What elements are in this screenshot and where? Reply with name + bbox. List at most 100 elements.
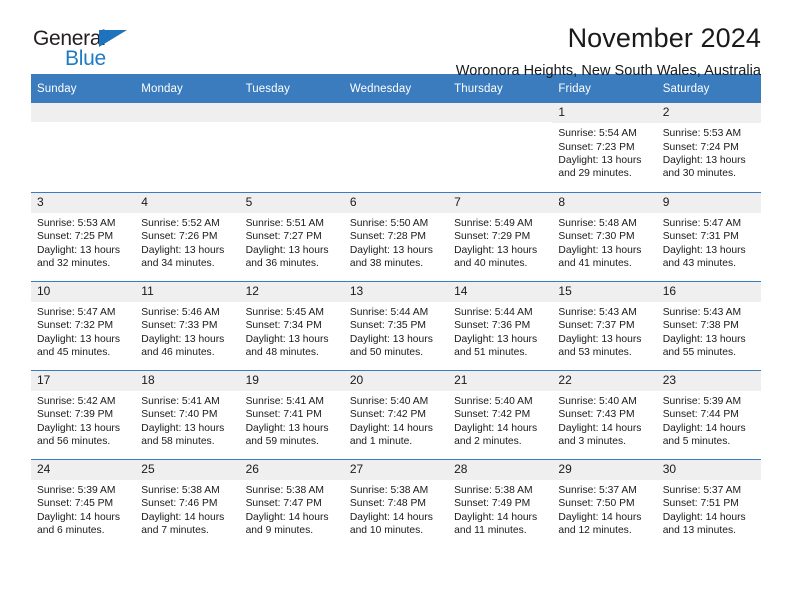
day-details: Sunrise: 5:44 AM Sunset: 7:36 PM Daylight:… xyxy=(448,302,552,360)
sunrise-text: Sunrise: 5:38 AM xyxy=(454,484,533,496)
calendar-day-cell[interactable]: 3 Sunrise: 5:53 AM Sunset: 7:25 PM Daylight… xyxy=(31,191,136,281)
day-cell-inner: 22 Sunrise: 5:40 AM Sunset: 7:43 PM Dayligh… xyxy=(552,370,657,459)
day-number: 13 xyxy=(343,281,449,302)
sunset-text: Sunset: 7:44 PM xyxy=(662,409,739,421)
logo-text-general: General xyxy=(33,27,106,50)
calendar-day-cell[interactable]: 24 Sunrise: 5:39 AM Sunset: 7:45 PM Dayligh… xyxy=(31,458,136,548)
sunset-text: Sunset: 7:38 PM xyxy=(662,320,739,332)
sunrise-text: Sunrise: 5:43 AM xyxy=(662,306,742,318)
daylight-text: Daylight: 13 hours and 41 minutes. xyxy=(558,244,642,269)
calendar-day-cell-empty xyxy=(135,103,240,192)
day-number: 3 xyxy=(31,192,136,213)
daylight-text: Daylight: 13 hours and 55 minutes. xyxy=(662,333,746,358)
day-number: 25 xyxy=(135,459,240,480)
daylight-text: Daylight: 14 hours and 11 minutes. xyxy=(454,511,538,536)
day-number: 24 xyxy=(31,459,136,480)
calendar-day-cell[interactable]: 16 Sunrise: 5:43 AM Sunset: 7:38 PM Dayligh… xyxy=(656,280,761,370)
day-details: Sunrise: 5:39 AM Sunset: 7:44 PM Daylight:… xyxy=(657,391,761,449)
calendar-day-cell[interactable]: 17 Sunrise: 5:42 AM Sunset: 7:39 PM Dayligh… xyxy=(31,369,136,459)
calendar-day-cell[interactable]: 11 Sunrise: 5:46 AM Sunset: 7:33 PM Dayligh… xyxy=(135,280,240,370)
day-number xyxy=(31,103,136,122)
sunset-text: Sunset: 7:40 PM xyxy=(141,409,218,421)
calendar-day-cell[interactable]: 15 Sunrise: 5:43 AM Sunset: 7:37 PM Dayligh… xyxy=(552,280,657,370)
day-cell-inner xyxy=(135,103,240,192)
day-details: Sunrise: 5:47 AM Sunset: 7:32 PM Daylight:… xyxy=(31,302,135,360)
calendar-day-cell[interactable]: 20 Sunrise: 5:40 AM Sunset: 7:42 PM Dayligh… xyxy=(343,369,449,459)
sunrise-text: Sunrise: 5:52 AM xyxy=(141,217,220,229)
sunrise-text: Sunrise: 5:53 AM xyxy=(37,217,116,229)
calendar-day-cell-empty xyxy=(239,103,344,192)
sunrise-text: Sunrise: 5:49 AM xyxy=(454,217,533,229)
sunrise-text: Sunrise: 5:54 AM xyxy=(558,128,637,140)
calendar-day-cell[interactable]: 27 Sunrise: 5:38 AM Sunset: 7:48 PM Dayligh… xyxy=(343,458,449,549)
calendar-day-cell[interactable]: 21 Sunrise: 5:40 AM Sunset: 7:42 PM Dayligh… xyxy=(448,369,553,459)
day-cell-inner xyxy=(343,103,449,192)
day-number: 18 xyxy=(135,370,240,391)
daylight-text: Daylight: 13 hours and 58 minutes. xyxy=(141,422,225,447)
day-number: 7 xyxy=(448,192,553,213)
daylight-text: Daylight: 13 hours and 36 minutes. xyxy=(245,244,329,269)
calendar-day-cell[interactable]: 22 Sunrise: 5:40 AM Sunset: 7:43 PM Dayligh… xyxy=(552,369,657,459)
daylight-text: Daylight: 13 hours and 50 minutes. xyxy=(349,333,433,358)
daylight-text: Daylight: 13 hours and 30 minutes. xyxy=(662,155,746,180)
calendar-day-cell[interactable]: 25 Sunrise: 5:38 AM Sunset: 7:46 PM Dayligh… xyxy=(135,458,240,548)
daylight-text: Daylight: 13 hours and 45 minutes. xyxy=(37,333,120,358)
calendar-day-cell[interactable]: 10 Sunrise: 5:47 AM Sunset: 7:32 PM Dayligh… xyxy=(31,280,136,370)
day-number: 19 xyxy=(239,370,344,391)
calendar-day-cell[interactable]: 26 Sunrise: 5:38 AM Sunset: 7:47 PM Dayligh… xyxy=(239,458,344,548)
title-block: November 2024 Woronora Heights, New Sout… xyxy=(456,23,761,78)
sunset-text: Sunset: 7:36 PM xyxy=(454,320,531,332)
calendar-day-cell[interactable]: 14 Sunrise: 5:44 AM Sunset: 7:36 PM Dayligh… xyxy=(448,280,553,370)
calendar-day-cell[interactable]: 28 Sunrise: 5:38 AM Sunset: 7:49 PM Dayligh… xyxy=(448,458,553,548)
calendar-day-cell[interactable]: 9 Sunrise: 5:47 AM Sunset: 7:31 PM Daylight… xyxy=(656,191,761,281)
sunrise-text: Sunrise: 5:38 AM xyxy=(349,484,429,496)
day-number: 9 xyxy=(656,192,761,213)
generalblue-logo[interactable]: General Blue xyxy=(33,28,153,72)
calendar-day-cell[interactable]: 13 Sunrise: 5:44 AM Sunset: 7:35 PM Dayligh… xyxy=(343,280,449,370)
calendar-day-cell[interactable]: 5 Sunrise: 5:51 AM Sunset: 7:27 PM Daylight… xyxy=(239,191,344,281)
day-cell-inner xyxy=(448,103,553,192)
day-number: 12 xyxy=(239,281,344,302)
calendar-day-cell[interactable]: 18 Sunrise: 5:41 AM Sunset: 7:40 PM Dayligh… xyxy=(135,369,240,459)
calendar-day-cell[interactable]: 30 Sunrise: 5:37 AM Sunset: 7:51 PM Dayligh… xyxy=(656,458,761,548)
daylight-text: Daylight: 13 hours and 48 minutes. xyxy=(245,333,329,358)
day-cell-inner: 7 Sunrise: 5:49 AM Sunset: 7:29 PM Daylight… xyxy=(448,192,553,281)
calendar-day-cell[interactable]: 12 Sunrise: 5:45 AM Sunset: 7:34 PM Dayligh… xyxy=(239,280,344,370)
day-number xyxy=(448,103,553,122)
day-details: Sunrise: 5:41 AM Sunset: 7:41 PM Daylight:… xyxy=(240,391,344,449)
day-number: 1 xyxy=(552,103,657,124)
daylight-text: Daylight: 14 hours and 1 minute. xyxy=(349,422,433,447)
calendar-day-cell[interactable]: 2 Sunrise: 5:53 AM Sunset: 7:24 PM Daylight… xyxy=(656,103,761,192)
daylight-text: Daylight: 14 hours and 3 minutes. xyxy=(558,422,642,447)
day-number: 5 xyxy=(239,192,344,213)
day-cell-inner: 23 Sunrise: 5:39 AM Sunset: 7:44 PM Dayligh… xyxy=(656,370,761,459)
calendar-day-cell[interactable]: 29 Sunrise: 5:37 AM Sunset: 7:50 PM Dayligh… xyxy=(552,458,657,548)
day-cell-inner: 14 Sunrise: 5:44 AM Sunset: 7:36 PM Dayligh… xyxy=(448,281,553,370)
sunrise-text: Sunrise: 5:40 AM xyxy=(454,395,533,407)
calendar-day-cell[interactable]: 23 Sunrise: 5:39 AM Sunset: 7:44 PM Dayligh… xyxy=(656,369,761,459)
sunset-text: Sunset: 7:24 PM xyxy=(662,141,739,153)
calendar-day-cell[interactable]: 7 Sunrise: 5:49 AM Sunset: 7:29 PM Daylight… xyxy=(448,191,553,281)
day-number: 11 xyxy=(135,281,240,302)
day-cell-inner: 16 Sunrise: 5:43 AM Sunset: 7:38 PM Dayligh… xyxy=(656,281,761,370)
sunset-text: Sunset: 7:49 PM xyxy=(454,498,531,510)
day-number: 10 xyxy=(31,281,136,302)
day-details: Sunrise: 5:38 AM Sunset: 7:48 PM Daylight:… xyxy=(344,480,448,538)
calendar-day-cell[interactable]: 1 Sunrise: 5:54 AM Sunset: 7:23 PM Daylight… xyxy=(552,103,657,192)
day-details: Sunrise: 5:54 AM Sunset: 7:23 PM Daylight:… xyxy=(552,123,656,181)
day-number: 30 xyxy=(656,459,761,480)
calendar-day-cell[interactable]: 4 Sunrise: 5:52 AM Sunset: 7:26 PM Daylight… xyxy=(135,191,240,281)
day-details: Sunrise: 5:53 AM Sunset: 7:24 PM Daylight:… xyxy=(657,123,761,181)
calendar-day-cell[interactable]: 19 Sunrise: 5:41 AM Sunset: 7:41 PM Dayligh… xyxy=(239,369,344,459)
calendar-day-cell[interactable]: 6 Sunrise: 5:50 AM Sunset: 7:28 PM Daylight… xyxy=(343,191,449,281)
day-number: 27 xyxy=(343,459,449,480)
day-number xyxy=(239,103,344,122)
day-number: 2 xyxy=(656,103,761,124)
day-number: 4 xyxy=(135,192,240,213)
daylight-text: Daylight: 13 hours and 53 minutes. xyxy=(558,333,642,358)
daylight-text: Daylight: 14 hours and 12 minutes. xyxy=(558,511,642,536)
day-cell-inner: 27 Sunrise: 5:38 AM Sunset: 7:48 PM Dayligh… xyxy=(343,459,449,549)
calendar-day-cell[interactable]: 8 Sunrise: 5:48 AM Sunset: 7:30 PM Daylight… xyxy=(552,191,657,281)
sunrise-text: Sunrise: 5:39 AM xyxy=(37,484,116,496)
calendar-week-row: 17 Sunrise: 5:42 AM Sunset: 7:39 PM Dayligh… xyxy=(31,369,761,459)
